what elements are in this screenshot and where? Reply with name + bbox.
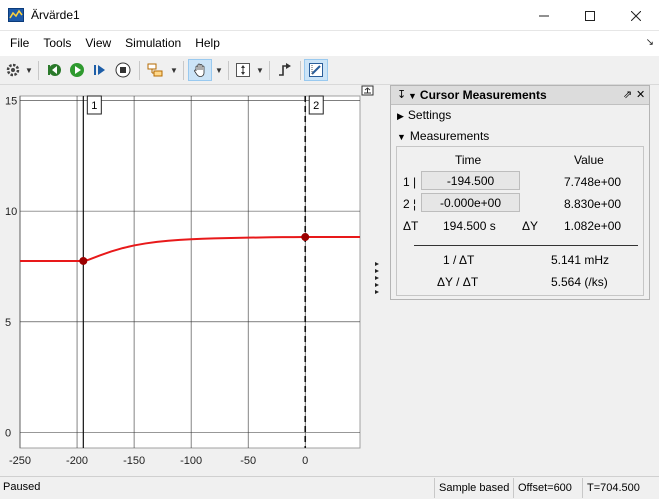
window-title: Ärvärde1: [31, 8, 80, 22]
settings-section[interactable]: ▶ Settings: [397, 108, 451, 122]
run-button[interactable]: [67, 59, 87, 81]
x-tick-label: -200: [66, 455, 88, 467]
y-tick-label: 15: [5, 95, 17, 107]
step-forward-icon: [94, 65, 105, 75]
plot-axes-area[interactable]: [19, 95, 361, 449]
cursor1-tag-label: 1: [91, 100, 97, 112]
menu-file[interactable]: File: [3, 31, 36, 56]
plot-canvas[interactable]: -250 -200 -150 -100 -50 0 15 10 5 0 1 2: [0, 85, 380, 475]
measurements-label: Measurements: [409, 129, 490, 143]
status-bar: Paused Sample based Offset=600 T=704.500: [0, 476, 659, 499]
menu-view[interactable]: View: [78, 31, 118, 56]
menu-help[interactable]: Help: [188, 31, 227, 56]
undock-panel-icon[interactable]: ⇗: [623, 88, 632, 101]
y-tick-label: 10: [5, 206, 17, 218]
menu-tools[interactable]: Tools: [36, 31, 78, 56]
x-tick-label: -250: [9, 455, 31, 467]
panel-title: Cursor Measurements: [419, 88, 547, 102]
toolbar: ▼ ▼ ▼ ▼: [0, 56, 659, 85]
x-tick-label: -100: [180, 455, 202, 467]
pin-icon[interactable]: ↧: [397, 88, 406, 101]
triggers-button[interactable]: [275, 59, 295, 81]
delta-t-value: 194.500 s: [443, 219, 496, 233]
step-forward-button[interactable]: [90, 59, 110, 81]
y-tick-label: 5: [5, 317, 11, 329]
time-column-header: Time: [455, 153, 482, 167]
autoscale-icon: [236, 63, 250, 77]
autoscale-dropdown-arrow[interactable]: ▼: [256, 59, 264, 81]
cursor-measurements-panel: ↧ ▼ Cursor Measurements ⇗ ✕ ▶ Settings ▼ Me…: [390, 85, 650, 300]
panel-collapse-markers[interactable]: [375, 262, 379, 294]
hand-pan-icon: [194, 63, 205, 77]
close-icon: [631, 10, 641, 21]
sample-mode-status: Sample based: [434, 478, 513, 498]
time-status: T=704.500: [582, 478, 659, 498]
menu-simulation[interactable]: Simulation: [118, 31, 188, 56]
stop-button[interactable]: [113, 59, 133, 81]
undock-arrow-icon[interactable]: ↘: [646, 37, 654, 48]
highlight-block-icon: [147, 63, 163, 77]
y-tick-labels: 15 10 5 0: [5, 95, 17, 439]
x-tick-label: -50: [240, 455, 256, 467]
collapse-triangle-icon: ▼: [397, 132, 406, 142]
slope-label: ΔY / ΔT: [437, 275, 479, 289]
cursor2-label: 2 ¦: [403, 197, 417, 211]
y-tick-label: 0: [5, 428, 11, 440]
measurements-table: Time Value 1 | -194.500 7.748e+00 2 ¦ -0…: [396, 146, 644, 296]
divider: [414, 245, 638, 246]
panel-header: ↧ ▼ Cursor Measurements ⇗ ✕: [391, 86, 649, 105]
value-column-header: Value: [574, 153, 604, 167]
x-tick-labels: -250 -200 -150 -100 -50 0: [9, 455, 308, 467]
close-button[interactable]: [613, 0, 659, 31]
stop-icon: [115, 62, 131, 78]
minimize-button[interactable]: [521, 0, 567, 31]
settings-label: Settings: [407, 108, 452, 122]
simulation-status: Paused: [3, 481, 41, 493]
cursor2-value: 8.830e+00: [564, 197, 622, 211]
step-back-button[interactable]: [44, 59, 64, 81]
cursor1-value: 7.748e+00: [564, 175, 622, 189]
highlight-dropdown-arrow[interactable]: ▼: [170, 59, 178, 81]
cursor2-marker: [301, 233, 310, 242]
title-bar: Ärvärde1: [0, 0, 659, 31]
maximize-icon: [585, 10, 595, 21]
cursor2-time-field[interactable]: -0.000e+00: [421, 193, 520, 212]
menu-bar: File Tools View Simulation Help ↘: [0, 31, 659, 56]
slope-value: 5.564 (/ks): [551, 275, 608, 289]
expand-triangle-icon: ▶: [397, 111, 404, 121]
cursor1-label: 1 |: [403, 175, 417, 189]
collapse-triangle-icon[interactable]: ▼: [408, 91, 417, 101]
cursor-measure-icon: [309, 63, 323, 77]
maximize-button[interactable]: [567, 0, 613, 31]
cursor1-time-field[interactable]: -194.500: [421, 171, 520, 190]
scope-app-icon: [8, 8, 24, 22]
x-tick-label: -150: [123, 455, 145, 467]
delta-t-label: ΔT: [403, 219, 419, 233]
step-back-icon: [48, 64, 61, 76]
measurements-section[interactable]: ▼ Measurements: [397, 129, 489, 143]
autoscale-button[interactable]: [233, 59, 253, 81]
panel-close-icon[interactable]: ✕: [636, 88, 645, 101]
pan-button[interactable]: [188, 59, 212, 81]
gear-icon: [6, 63, 20, 77]
run-icon: [70, 63, 84, 77]
trigger-icon: [279, 63, 291, 76]
gear-dropdown-arrow[interactable]: ▼: [25, 59, 33, 81]
cursor1-marker: [79, 256, 88, 265]
delta-y-label: ΔY: [522, 219, 539, 233]
offset-status: Offset=600: [513, 478, 582, 498]
delta-y-value: 1.082e+00: [564, 219, 622, 233]
cursor-measurements-button[interactable]: [304, 59, 328, 81]
x-tick-label: 0: [302, 455, 308, 467]
settings-gear-button[interactable]: [4, 59, 22, 81]
inverse-delta-t-label: 1 / ΔT: [443, 253, 475, 267]
inverse-delta-t-value: 5.141 mHz: [551, 253, 610, 267]
minimize-icon: [539, 15, 549, 16]
pan-dropdown-arrow[interactable]: ▼: [215, 59, 223, 81]
signal-highlight-button[interactable]: [146, 59, 166, 81]
scope-plot[interactable]: -250 -200 -150 -100 -50 0 15 10 5 0 1 2: [0, 85, 380, 475]
cursor2-tag-label: 2: [313, 100, 319, 112]
